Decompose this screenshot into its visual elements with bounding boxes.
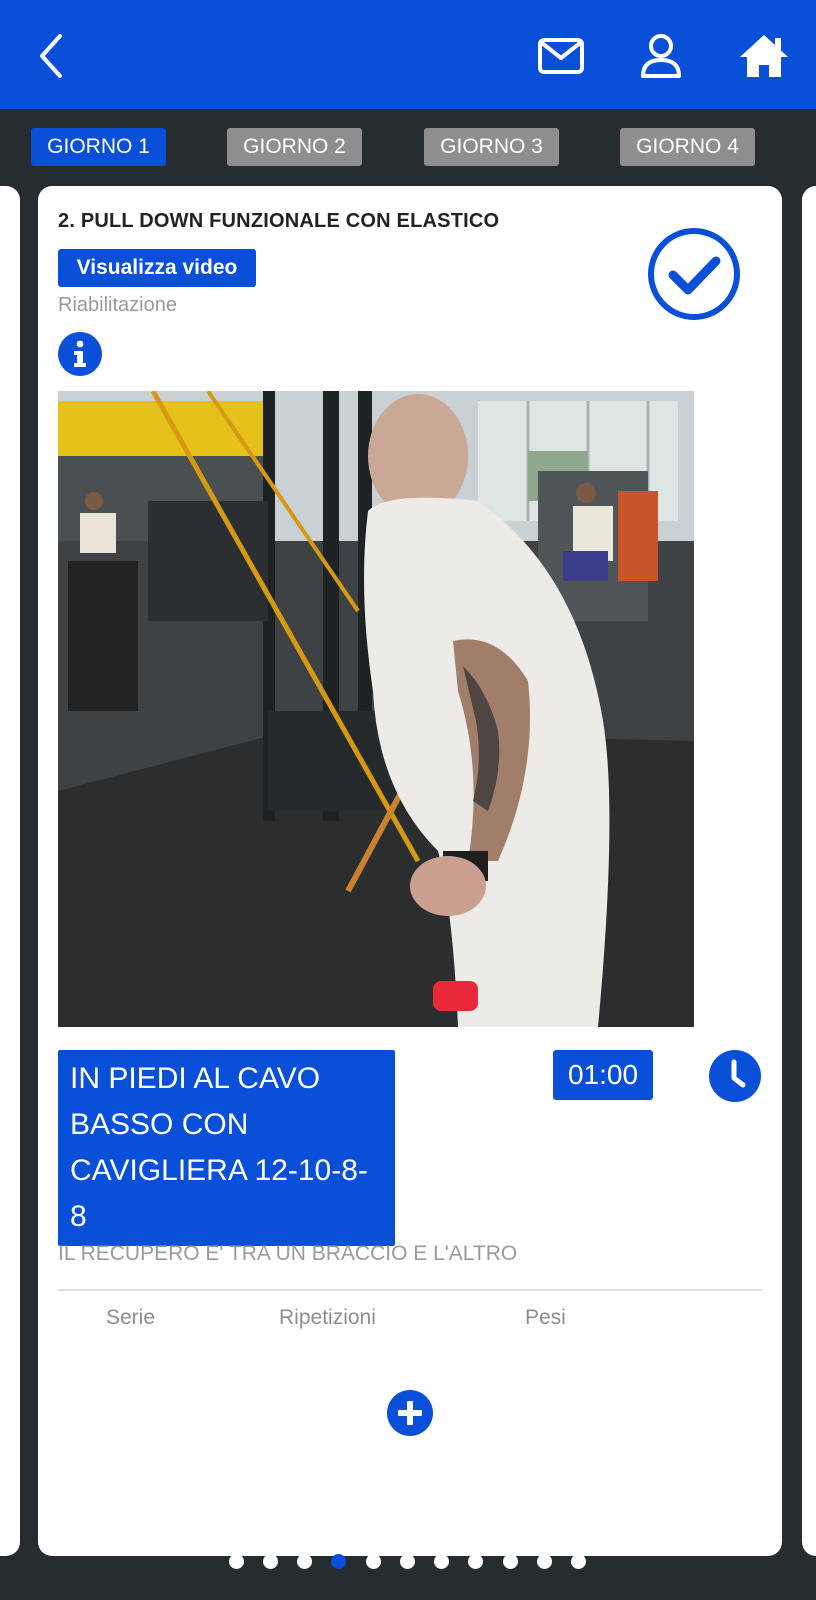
rest-timer-badge[interactable]: 01:00 — [553, 1050, 653, 1100]
exercise-photo — [58, 391, 694, 1027]
description-line-3: CAVIGLIERA 12-10-8- — [70, 1154, 368, 1187]
pagination-dot[interactable] — [297, 1554, 312, 1569]
home-button[interactable] — [734, 26, 794, 86]
tab-giorno-2[interactable]: GIORNO 2 — [227, 128, 362, 166]
profile-button[interactable] — [631, 26, 691, 86]
pagination-dot[interactable] — [434, 1554, 449, 1569]
pagination-dot[interactable] — [366, 1554, 381, 1569]
pagination-dot[interactable] — [537, 1554, 552, 1569]
pagination-dot[interactable] — [571, 1554, 586, 1569]
clock-icon[interactable] — [709, 1050, 761, 1102]
pagination-dot[interactable] — [229, 1554, 244, 1569]
user-icon — [641, 34, 681, 78]
completed-check-icon[interactable] — [647, 227, 741, 321]
column-header-serie: Serie — [106, 1306, 156, 1329]
pagination-dot[interactable] — [263, 1554, 278, 1569]
divider — [58, 1289, 762, 1291]
column-header-pesi: Pesi — [525, 1306, 566, 1329]
exercise-title: 2. PULL DOWN FUNZIONALE CON ELASTICO — [58, 210, 500, 232]
description-line-4: 8 — [70, 1200, 87, 1233]
top-navbar — [0, 0, 816, 109]
watch-video-button[interactable]: Visualizza video — [58, 249, 256, 287]
exercise-description: IN PIEDI AL CAVO BASSO CON CAVIGLIERA 12… — [58, 1050, 395, 1246]
pagination-dot[interactable] — [503, 1554, 518, 1569]
exercise-card: 2. PULL DOWN FUNZIONALE CON ELASTICO Vis… — [38, 186, 782, 1556]
tab-giorno-4[interactable]: GIORNO 4 — [620, 128, 755, 166]
add-set-icon[interactable] — [387, 1390, 433, 1436]
tab-giorno-3[interactable]: GIORNO 3 — [424, 128, 559, 166]
exercise-photo-illustration — [58, 391, 694, 1027]
home-icon — [740, 35, 788, 77]
pagination-dot[interactable] — [400, 1554, 415, 1569]
recovery-note: IL RECUPERO E' TRA UN BRACCIO E L'ALTRO — [58, 1242, 518, 1265]
previous-exercise-card[interactable] — [0, 186, 20, 1556]
envelope-icon — [538, 38, 584, 74]
tab-giorno-1[interactable]: GIORNO 1 — [31, 128, 166, 166]
back-button[interactable] — [22, 26, 82, 86]
exercise-category: Riabilitazione — [58, 294, 177, 316]
pagination-dot[interactable] — [468, 1554, 483, 1569]
column-header-ripetizioni: Ripetizioni — [279, 1306, 376, 1329]
carousel-pagination — [229, 1554, 589, 1570]
description-line-2: BASSO CON — [70, 1108, 249, 1141]
description-line-1: IN PIEDI AL CAVO — [70, 1062, 321, 1095]
chevron-left-icon — [40, 34, 62, 78]
messages-button[interactable] — [531, 26, 591, 86]
info-icon[interactable] — [58, 332, 102, 376]
pagination-dot-active[interactable] — [331, 1554, 346, 1569]
next-exercise-card[interactable] — [802, 186, 816, 1556]
